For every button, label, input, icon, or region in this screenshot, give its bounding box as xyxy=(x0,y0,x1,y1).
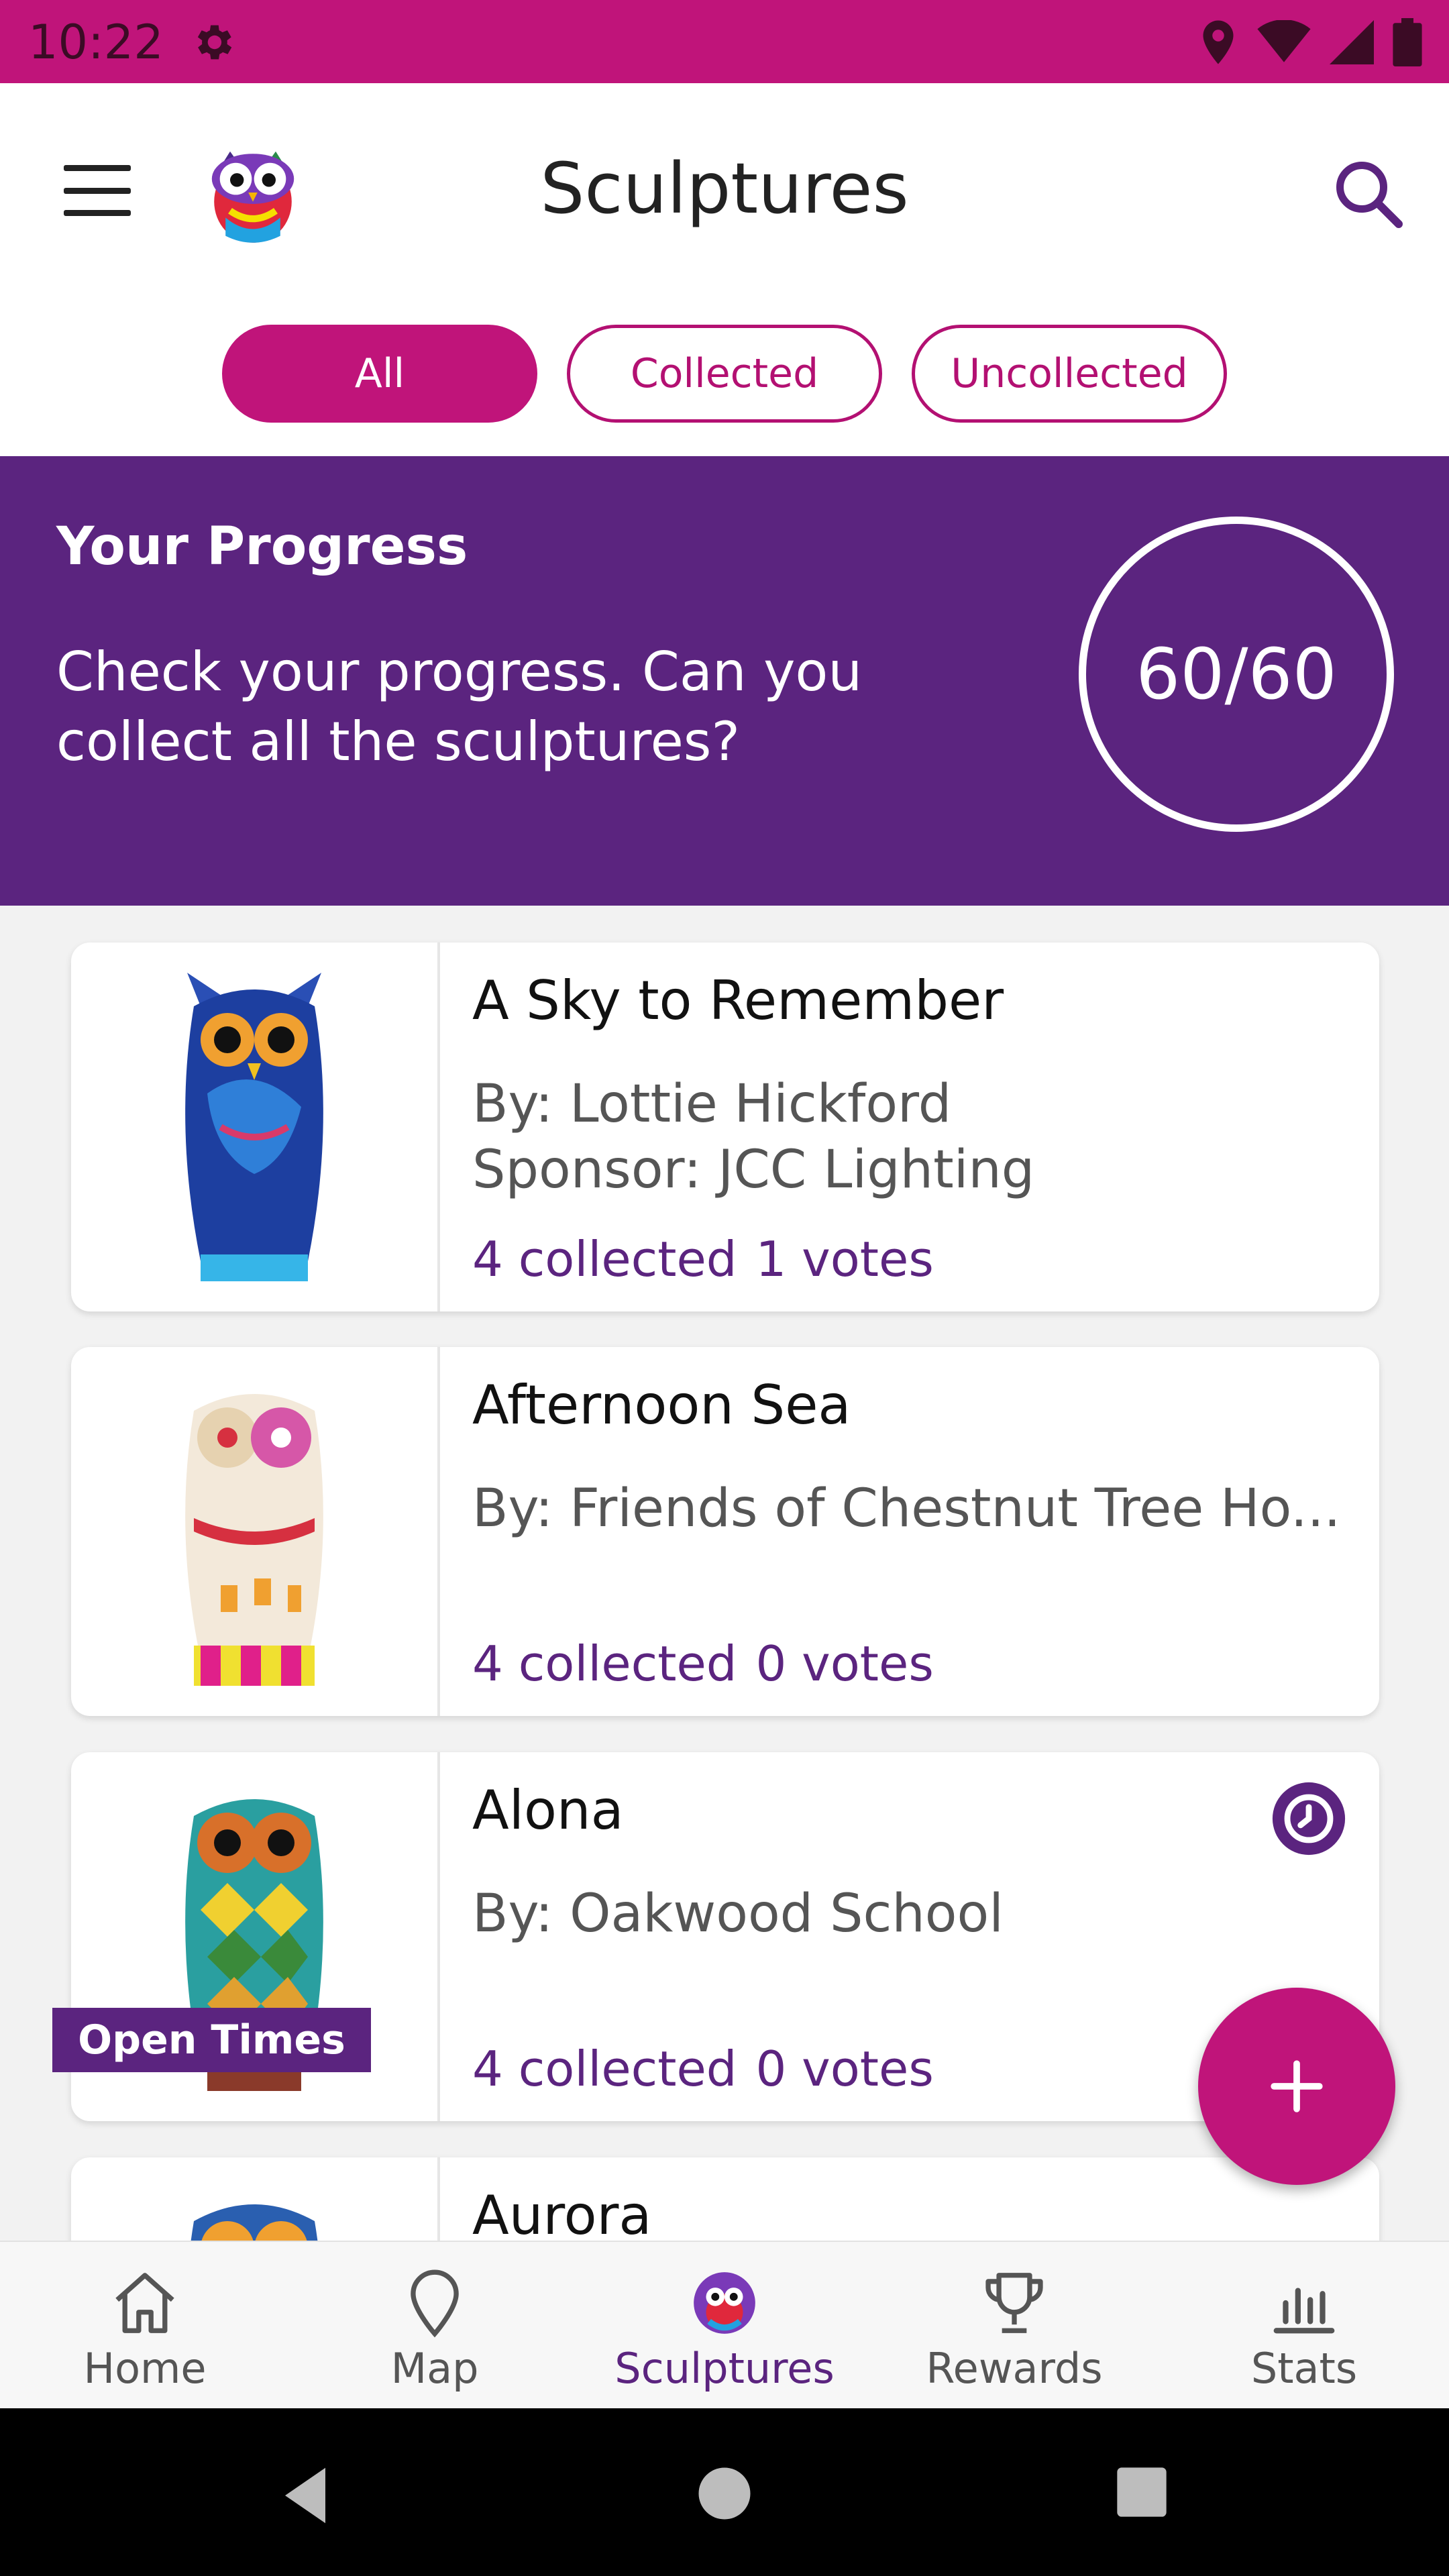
sculpture-thumbnail xyxy=(71,943,440,1311)
cellular-signal-icon xyxy=(1330,20,1374,64)
trophy-icon xyxy=(985,2273,1043,2333)
search-icon[interactable] xyxy=(1328,154,1409,234)
sculpture-artist: By: Friends of Chestnut Tree Ho... xyxy=(472,1479,1341,1539)
progress-banner: Your Progress Check your progress. Can y… xyxy=(0,456,1449,906)
progress-description: Check your progress. Can you collect all… xyxy=(56,641,863,773)
bottom-navigation: Home Map Sculptures Rewards Stats xyxy=(0,2241,1449,2408)
collected-count: 4 collected xyxy=(472,2041,737,2097)
collected-count: 4 collected xyxy=(472,1231,737,1287)
plus-icon xyxy=(1271,2060,1323,2112)
nav-label: Rewards xyxy=(926,2344,1103,2393)
progress-heading: Your Progress xyxy=(56,517,468,577)
status-icons xyxy=(1198,18,1422,66)
sculpture-name: Alona xyxy=(472,1779,624,1841)
app-bar: Sculptures All Collected Uncollected xyxy=(0,83,1449,456)
back-icon[interactable] xyxy=(275,2462,335,2529)
filter-collected-chip[interactable]: Collected xyxy=(567,325,882,423)
battery-icon xyxy=(1393,18,1422,66)
nav-label: Map xyxy=(390,2344,479,2393)
votes-count: 1 votes xyxy=(755,1231,934,1287)
status-bar: 10:22 xyxy=(0,0,1449,83)
sculpture-thumbnail xyxy=(71,1347,440,1716)
nav-rewards[interactable]: Rewards xyxy=(869,2242,1159,2408)
home-circle-icon[interactable] xyxy=(696,2465,753,2522)
nav-home[interactable]: Home xyxy=(0,2242,290,2408)
nav-map[interactable]: Map xyxy=(290,2242,580,2408)
sculpture-card[interactable]: A Sky to Remember By: Lottie Hickford Sp… xyxy=(71,943,1379,1311)
open-times-badge: Open Times xyxy=(52,2008,371,2072)
sculpture-card[interactable]: Afternoon Sea By: Friends of Chestnut Tr… xyxy=(71,1347,1379,1716)
map-pin-icon xyxy=(411,2269,459,2338)
sculpture-stats: 4 collected 1 votes xyxy=(472,1231,934,1287)
nav-label: Home xyxy=(83,2344,207,2393)
sculpture-thumbnail xyxy=(71,2157,440,2241)
nav-label: Stats xyxy=(1250,2344,1358,2393)
nav-stats[interactable]: Stats xyxy=(1159,2242,1449,2408)
nav-label: Sculptures xyxy=(614,2344,835,2393)
sculpture-artist: By: Lottie Hickford xyxy=(472,1074,952,1134)
sculpture-name: Aurora xyxy=(472,2184,652,2241)
sculpture-stats: 4 collected 0 votes xyxy=(472,2041,934,2097)
nav-sculptures[interactable]: Sculptures xyxy=(580,2242,869,2408)
votes-count: 0 votes xyxy=(755,2041,934,2097)
progress-count: 60/60 xyxy=(1079,517,1394,832)
sculpture-name: A Sky to Remember xyxy=(472,969,1004,1032)
location-icon xyxy=(1203,20,1234,64)
bar-chart-icon xyxy=(1273,2288,1335,2334)
sculpture-name: Afternoon Sea xyxy=(472,1374,851,1436)
filter-chips: All Collected Uncollected xyxy=(0,325,1449,423)
sculpture-artist: By: Oakwood School xyxy=(472,1884,1004,1944)
wifi-icon xyxy=(1257,20,1311,62)
page-title: Sculptures xyxy=(540,148,909,229)
add-fab-button[interactable] xyxy=(1198,1988,1395,2185)
filter-all-chip[interactable]: All xyxy=(222,325,537,423)
settings-gear-icon xyxy=(197,25,232,60)
sculpture-stats: 4 collected 0 votes xyxy=(472,1635,934,1692)
status-time: 10:22 xyxy=(28,15,164,70)
system-navigation-bar xyxy=(0,2408,1449,2576)
sculpture-sponsor: Sponsor: JCC Lighting xyxy=(472,1140,1035,1200)
owl-icon xyxy=(694,2272,755,2334)
home-icon xyxy=(115,2273,174,2333)
collected-count: 4 collected xyxy=(472,1635,737,1692)
sculpture-card[interactable]: Aurora xyxy=(71,2157,1379,2241)
filter-uncollected-chip[interactable]: Uncollected xyxy=(912,325,1227,423)
timer-icon[interactable] xyxy=(1269,1779,1348,1858)
screen: 10:22 Sculptures All Collected Uncollect… xyxy=(0,0,1449,2576)
recents-icon[interactable] xyxy=(1115,2465,1169,2519)
votes-count: 0 votes xyxy=(755,1635,934,1692)
